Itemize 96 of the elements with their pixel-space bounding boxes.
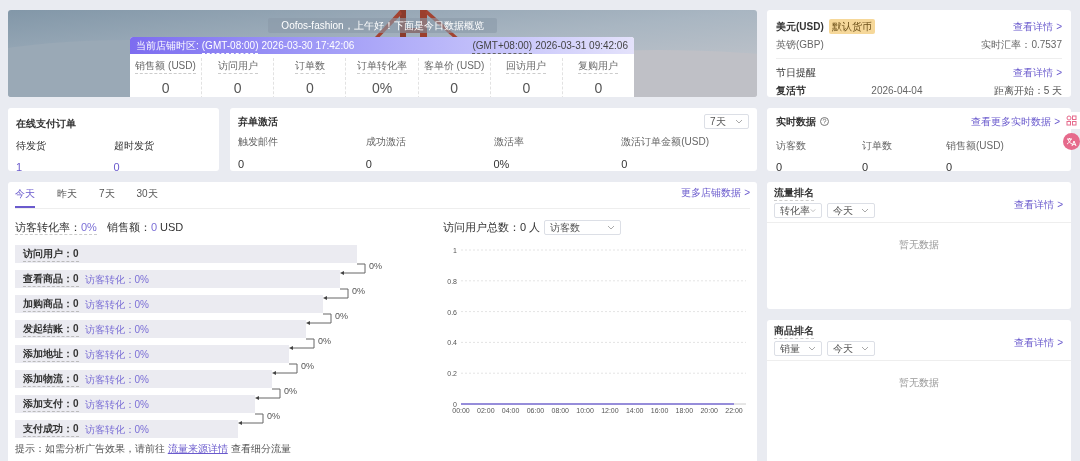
details-link[interactable]: 查看更多实时数据 > (971, 114, 1060, 129)
countdown: 距离开始：5 天 (992, 84, 1062, 98)
store-time: 2026-03-30 17:42:06 (261, 38, 355, 53)
step-rate: 0% (335, 310, 348, 323)
dropdown[interactable]: 今天 (827, 203, 875, 218)
metric-value: 0 (305, 79, 314, 97)
stat-value: 0 (621, 157, 629, 172)
conversion-rate: 访客转化率：0% (15, 219, 97, 235)
funnel-label: 查看商品：0 (23, 271, 79, 287)
timezone-value[interactable]: (GMT+08:00) (472, 37, 533, 54)
holiday-name: 复活节 (776, 84, 807, 98)
metric-label: 订单数 (294, 58, 325, 74)
funnel-label: 支付成功：0 (23, 421, 79, 437)
step-rate: 0% (369, 260, 382, 273)
stat-label: 超时发货 (113, 139, 155, 153)
step-rate: 0% (267, 410, 280, 423)
section-title: 节日提醒 (776, 66, 816, 80)
card-title: 商品排名 (774, 323, 814, 339)
funnel-conversion: 访客转化：0% (84, 322, 149, 337)
funnel-label: 加购商品：0 (23, 296, 79, 312)
metric-value: 0 (233, 79, 242, 97)
step-rate: 0% (352, 285, 365, 298)
details-link[interactable]: 查看详情 > (1013, 65, 1062, 80)
currency-name: 英镑(GBP) (776, 38, 824, 52)
source-link[interactable]: 流量来源详情 (167, 443, 228, 454)
local-time: 2026-03-31 09:42:06 (535, 38, 628, 53)
card-title: 实时数据 (776, 115, 816, 129)
visitors-total: 访问用户总数：0 人 (443, 220, 541, 235)
metric-label: 复购用户 (578, 58, 619, 74)
funnel-conversion: 访客转化：0% (84, 372, 149, 387)
funnel-conversion: 访客转化：0% (84, 297, 149, 312)
stat-label: 激活订单金额(USD) (621, 135, 711, 149)
sales-amount: 销售额：0 USD (106, 220, 184, 235)
funnel-conversion: 访客转化：0% (84, 272, 149, 287)
metric-value: 0 (161, 79, 170, 97)
metric-label: 销售额 (USD) (135, 58, 196, 74)
funnel-label: 添加物流：0 (23, 371, 79, 387)
currency-name: 美元(USD) (776, 20, 824, 34)
details-link[interactable]: 查看详情 > (1014, 197, 1063, 218)
tab[interactable]: 昨天 (57, 186, 77, 208)
card-title: 弃单激活 (238, 115, 278, 129)
exchange-rate: 实时汇率：0.7537 (981, 38, 1062, 52)
more-link[interactable]: 更多店铺数据 > (681, 185, 750, 208)
dropdown[interactable]: 访客数 (544, 219, 622, 235)
metric-label: 客单价 (USD) (423, 58, 485, 74)
details-link[interactable]: 查看详情 > (1014, 335, 1063, 356)
funnel-label: 添加支付：0 (23, 396, 79, 412)
dropdown[interactable]: 销量 (774, 341, 822, 356)
tab[interactable]: 今天 (15, 186, 35, 208)
tab[interactable]: 30天 (136, 186, 158, 208)
metric-value: 0 (450, 79, 459, 97)
empty-state: 暂无数据 (898, 238, 940, 252)
stat-label: 访客数 (776, 139, 807, 153)
stat-value: 0 (862, 160, 870, 175)
stat-label: 激活率 (493, 135, 525, 149)
greeting-text: Oofos-fashion，上午好！下面是今日数据概览 (268, 18, 497, 33)
card-title: 流量排名 (774, 185, 814, 201)
stat-link[interactable]: 1 (16, 159, 114, 176)
funnel-conversion: 访客转化：0% (84, 422, 149, 437)
stat-label: 待发货 (16, 139, 47, 153)
dropdown[interactable]: 7天 (704, 114, 749, 129)
dropdown[interactable]: 今天 (827, 341, 875, 356)
stat-value: 0 (238, 157, 246, 172)
stat-value: 0 (946, 160, 954, 175)
details-link[interactable]: 查看详情 > (1013, 19, 1062, 34)
tab[interactable]: 7天 (99, 186, 115, 208)
metric-label: 订单转化率 (357, 58, 407, 74)
metric-value: 0 (522, 79, 531, 97)
default-badge: 默认货币 (828, 19, 875, 34)
step-rate: 0% (301, 360, 314, 373)
funnel-label: 发起结账：0 (23, 321, 79, 337)
stat-value: 0% (493, 157, 511, 172)
funnel-label: 添加地址：0 (23, 346, 79, 362)
step-rate: 0% (318, 335, 331, 348)
funnel-label: 访问用户：0 (23, 246, 79, 262)
stat-link[interactable]: 0 (113, 159, 211, 176)
timezone-label: 当前店铺时区: (136, 38, 199, 53)
card-title: 在线支付订单 (16, 117, 77, 131)
dropdown[interactable]: 转化率 (774, 203, 822, 218)
hint-text: 提示：如需分析广告效果，请前往 流量来源详情 查看细分流量 (15, 442, 292, 456)
metric-value: 0 (594, 79, 603, 97)
metric-label: 回访用户 (506, 58, 547, 74)
stat-value: 0 (776, 160, 784, 175)
holiday-date: 2026-04-04 (871, 84, 924, 98)
stat-value: 0 (365, 157, 373, 172)
funnel-conversion: 访客转化：0% (84, 347, 149, 362)
stat-label: 触发邮件 (238, 135, 279, 149)
stat-label: 销售额(USD) (946, 139, 1005, 153)
stat-label: 成功激活 (365, 135, 407, 149)
empty-state: 暂无数据 (898, 376, 940, 390)
metric-label: 访问用户 (217, 58, 258, 74)
step-rate: 0% (284, 385, 297, 398)
metric-value: 0% (371, 79, 393, 97)
timezone-value[interactable]: (GMT-08:00) (201, 37, 259, 54)
stat-label: 订单数 (862, 139, 893, 153)
funnel-conversion: 访客转化：0% (84, 397, 149, 412)
